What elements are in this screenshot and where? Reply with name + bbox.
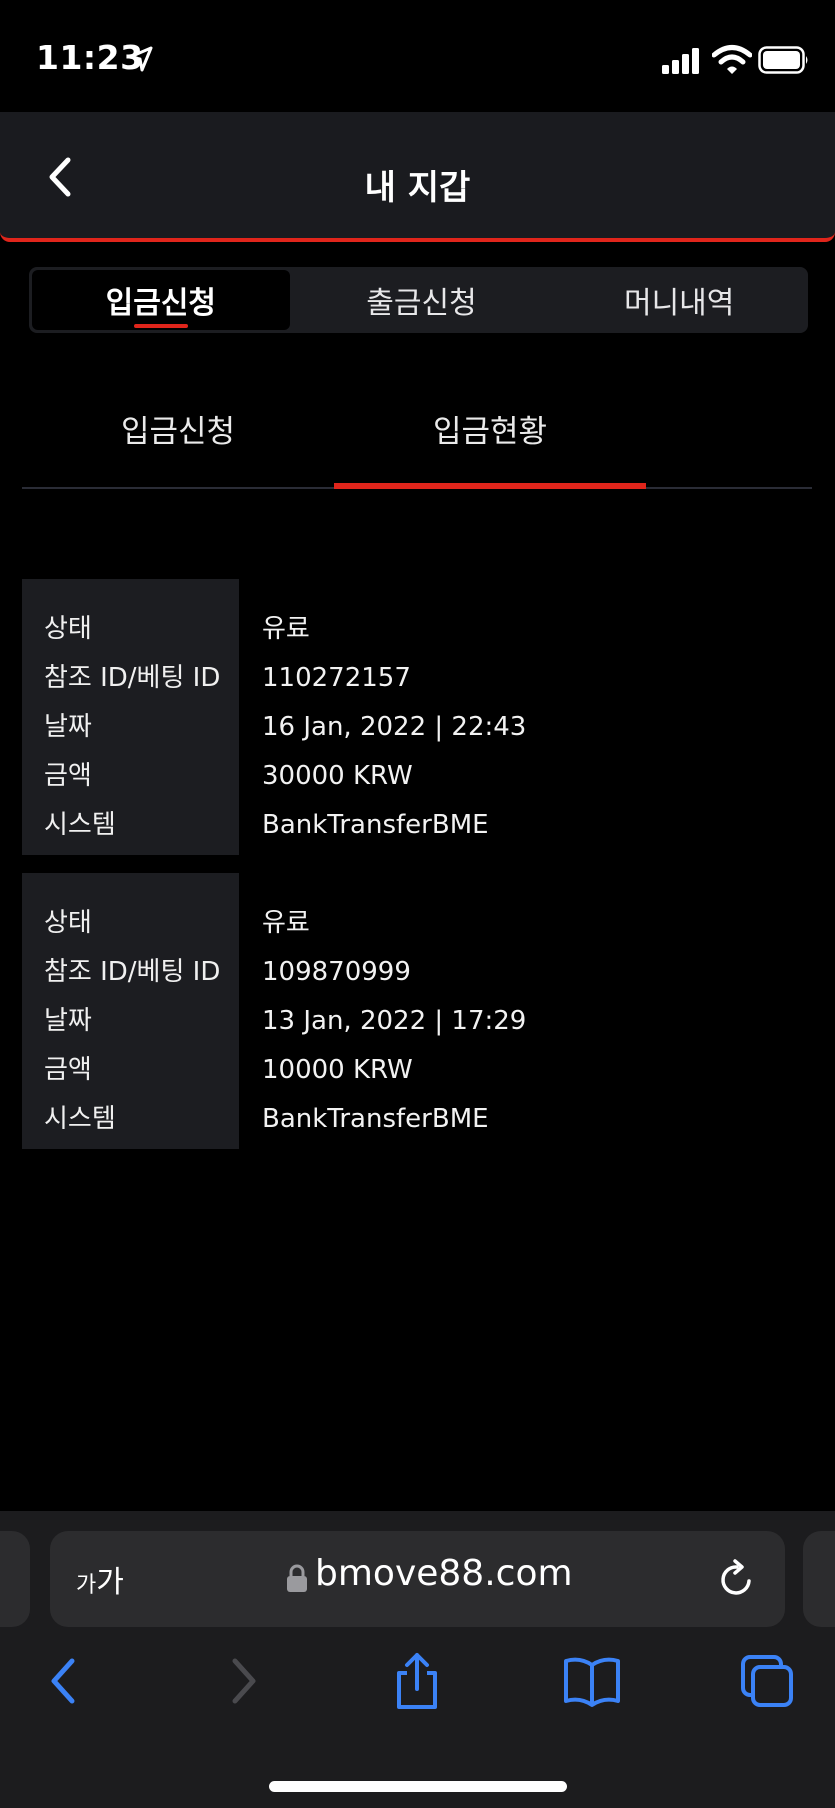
reload-icon[interactable] bbox=[718, 1559, 756, 1599]
address-bar[interactable]: 가가 bmove88.com bbox=[50, 1531, 785, 1627]
next-tab-preview[interactable] bbox=[803, 1531, 835, 1627]
deposit-record: 상태 참조 ID/베팅 ID 날짜 금액 시스템 유료 109870999 13… bbox=[22, 873, 812, 1149]
amount-label: 금액 bbox=[44, 761, 92, 791]
date-label: 날짜 bbox=[44, 1006, 92, 1036]
book-icon[interactable] bbox=[562, 1651, 622, 1711]
ref-id-label: 참조 ID/베팅 ID bbox=[44, 663, 221, 693]
tab-money-history[interactable]: 머니내역 bbox=[550, 267, 808, 333]
ref-id-value: 109870999 bbox=[262, 957, 411, 987]
browser-back-button[interactable] bbox=[34, 1651, 94, 1711]
system-value: BankTransferBME bbox=[262, 1104, 489, 1134]
text-size-large-glyph: 가 bbox=[96, 1565, 124, 1600]
main-tabs: 입금신청 출금신청 머니내역 bbox=[29, 267, 808, 333]
ref-id-value: 110272157 bbox=[262, 663, 411, 693]
text-size-button[interactable]: 가가 bbox=[76, 1557, 124, 1601]
sub-tabs: 입금신청 입금현황 bbox=[22, 390, 812, 489]
subtab-deposit-request[interactable]: 입금신청 bbox=[22, 390, 334, 487]
deposit-records: 상태 참조 ID/베팅 ID 날짜 금액 시스템 유료 110272157 16… bbox=[22, 579, 812, 1167]
subtab-deposit-status[interactable]: 입금현황 bbox=[334, 390, 646, 489]
page-title: 내 지갑 bbox=[364, 168, 471, 208]
share-icon[interactable] bbox=[387, 1651, 447, 1711]
record-values: 유료 110272157 16 Jan, 2022 | 22:43 30000 … bbox=[239, 579, 812, 855]
amount-label: 금액 bbox=[44, 1055, 92, 1085]
previous-tab-preview[interactable] bbox=[0, 1531, 30, 1627]
record-labels: 상태 참조 ID/베팅 ID 날짜 금액 시스템 bbox=[22, 873, 239, 1149]
ref-id-label: 참조 ID/베팅 ID bbox=[44, 957, 221, 987]
cellular-signal-icon bbox=[662, 48, 699, 74]
battery-icon bbox=[758, 46, 808, 74]
wifi-icon bbox=[712, 45, 752, 74]
location-arrow-icon bbox=[128, 46, 153, 72]
record-values: 유료 109870999 13 Jan, 2022 | 17:29 10000 … bbox=[239, 873, 812, 1149]
date-value: 13 Jan, 2022 | 17:29 bbox=[262, 1006, 527, 1036]
date-label: 날짜 bbox=[44, 712, 92, 742]
status-value: 유료 bbox=[262, 908, 310, 938]
amount-value: 30000 KRW bbox=[262, 761, 413, 791]
system-value: BankTransferBME bbox=[262, 810, 489, 840]
date-value: 16 Jan, 2022 | 22:43 bbox=[262, 712, 527, 742]
url-text: bmove88.com bbox=[315, 1553, 573, 1594]
status-label: 상태 bbox=[44, 614, 92, 644]
tab-withdraw-request[interactable]: 출금신청 bbox=[293, 267, 551, 333]
browser-bar: 가가 bmove88.com bbox=[0, 1511, 835, 1808]
record-labels: 상태 참조 ID/베팅 ID 날짜 금액 시스템 bbox=[22, 579, 239, 855]
status-label: 상태 bbox=[44, 908, 92, 938]
amount-value: 10000 KRW bbox=[262, 1055, 413, 1085]
status-bar: 11:23 bbox=[0, 0, 835, 112]
system-label: 시스템 bbox=[44, 1104, 116, 1134]
browser-forward-button[interactable] bbox=[213, 1651, 273, 1711]
system-label: 시스템 bbox=[44, 810, 116, 840]
home-indicator bbox=[269, 1781, 567, 1792]
tabs-icon[interactable] bbox=[737, 1651, 797, 1711]
app-header: 내 지갑 bbox=[0, 112, 835, 242]
status-value: 유료 bbox=[262, 614, 310, 644]
tab-deposit-request[interactable]: 입금신청 bbox=[32, 270, 290, 330]
text-size-small-glyph: 가 bbox=[76, 1573, 97, 1598]
deposit-record: 상태 참조 ID/베팅 ID 날짜 금액 시스템 유료 110272157 16… bbox=[22, 579, 812, 855]
lock-icon bbox=[287, 1564, 307, 1592]
